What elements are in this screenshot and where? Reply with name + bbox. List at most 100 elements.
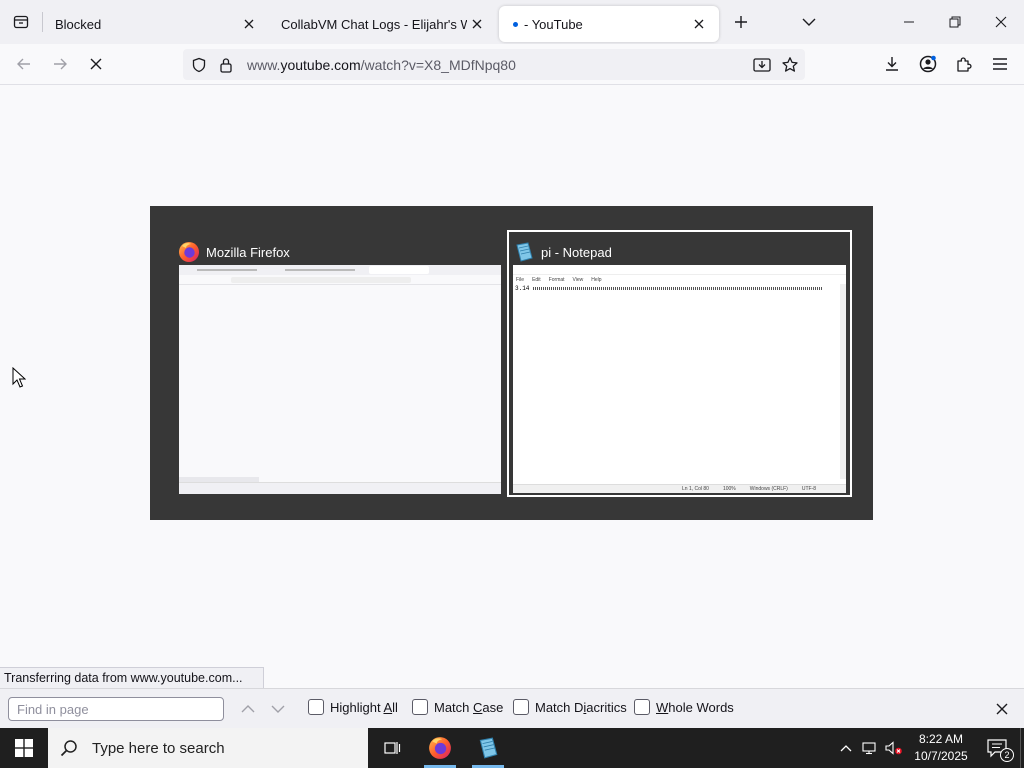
firefox-view-button[interactable]: [0, 0, 42, 44]
close-icon: [996, 703, 1008, 715]
find-next-button[interactable]: [266, 698, 290, 720]
menu-file: File: [516, 276, 525, 283]
task-view-icon: [384, 742, 401, 754]
switcher-item-title: Mozilla Firefox: [206, 244, 290, 260]
lock-icon[interactable]: [219, 57, 233, 73]
volume-button[interactable]: [882, 728, 906, 768]
forward-button[interactable]: [42, 48, 78, 80]
search-placeholder: Type here to search: [92, 739, 225, 757]
highlight-all-checkbox[interactable]: Highlight All: [308, 699, 398, 715]
close-tab-button[interactable]: [467, 14, 487, 34]
close-tab-button[interactable]: [239, 14, 259, 34]
chevron-down-icon: [271, 705, 285, 713]
notepad-icon: [516, 242, 533, 262]
taskbar-search-box[interactable]: Type here to search: [48, 728, 368, 768]
checkbox-box[interactable]: [412, 699, 428, 715]
minimize-button[interactable]: [886, 0, 932, 44]
tab-title: - YouTube: [524, 16, 583, 32]
switcher-item-title: pi - Notepad: [541, 244, 612, 260]
url-bar[interactable]: www.youtube.com/watch?v=X8_MDfNpq80: [183, 49, 805, 80]
bookmark-star-icon[interactable]: [781, 56, 799, 74]
plus-icon: [735, 16, 747, 28]
notepad-status-bar: Ln 1, Col 80 100% Windows (CRLF) UTF-8: [513, 484, 846, 493]
task-switcher: Mozilla Firefox pi - Notepad File Edit F…: [150, 206, 873, 520]
chevron-up-icon: [241, 705, 255, 713]
task-view-button[interactable]: [368, 728, 416, 768]
new-tab-button[interactable]: [721, 4, 761, 40]
menu-edit: Edit: [532, 276, 541, 283]
network-button[interactable]: [858, 728, 882, 768]
clock[interactable]: 8:22 AM 10/7/2025: [906, 731, 976, 765]
search-icon: [60, 740, 77, 757]
restore-button[interactable]: [932, 0, 978, 44]
close-findbar-button[interactable]: [990, 697, 1014, 721]
tracking-protection-icon[interactable]: [191, 57, 207, 73]
chevron-up-icon: [840, 745, 852, 752]
whole-words-checkbox[interactable]: Whole Words: [634, 699, 734, 715]
checkbox-label: Match Diacritics: [535, 699, 627, 715]
back-arrow-icon: [17, 58, 30, 70]
hamburger-icon: [993, 58, 1007, 70]
action-center-button[interactable]: 2: [976, 728, 1020, 768]
status-line-ending: Windows (CRLF): [749, 486, 788, 492]
find-input[interactable]: [8, 697, 224, 721]
system-tray: 8:22 AM 10/7/2025 2: [834, 728, 1024, 768]
status-panel: Transferring data from www.youtube.com..…: [0, 667, 264, 688]
account-button[interactable]: [910, 48, 946, 80]
match-case-checkbox[interactable]: Match Case: [412, 699, 503, 715]
taskbar-notepad[interactable]: [464, 728, 512, 768]
windows-logo-icon: [15, 739, 33, 757]
firefox-icon: [429, 737, 451, 759]
restore-icon: [949, 16, 961, 28]
taskbar-firefox[interactable]: [416, 728, 464, 768]
chevron-down-icon: [802, 18, 816, 26]
tab-youtube[interactable]: - YouTube: [499, 6, 719, 42]
url-prefix: www.: [247, 56, 281, 73]
match-diacritics-checkbox[interactable]: Match Diacritics: [513, 699, 627, 715]
notepad-window-thumbnail: File Edit Format View Help 3.14 Ln 1, Co…: [513, 265, 846, 493]
network-icon: [862, 742, 876, 755]
close-icon: [472, 19, 482, 29]
tab-blocked[interactable]: Blocked: [43, 6, 269, 42]
start-button[interactable]: [0, 728, 48, 768]
puzzle-icon: [957, 57, 972, 72]
switcher-item-notepad[interactable]: pi - Notepad File Edit Format View Help …: [507, 230, 852, 497]
close-icon: [694, 19, 704, 29]
find-bar: Highlight All Match Case Match Diacritic…: [0, 688, 1024, 728]
show-desktop-button[interactable]: [1020, 728, 1024, 768]
notepad-text: 3.14: [515, 284, 530, 292]
tab-chat-logs[interactable]: CollabVM Chat Logs - Elijahr's Webs: [269, 6, 497, 42]
back-button[interactable]: [6, 48, 42, 80]
forward-arrow-icon: [54, 58, 67, 70]
minimize-icon: [904, 21, 914, 23]
checkbox-box[interactable]: [513, 699, 529, 715]
stop-button[interactable]: [78, 48, 114, 80]
status-position: Ln 1, Col 80: [682, 486, 709, 492]
close-icon: [244, 19, 254, 29]
tab-title: CollabVM Chat Logs - Elijahr's Webs: [281, 16, 467, 32]
clock-time: 8:22 AM: [918, 732, 964, 746]
reader-view-icon[interactable]: [753, 57, 771, 73]
menu-help: Help: [591, 276, 602, 283]
checkbox-box[interactable]: [308, 699, 324, 715]
find-previous-button[interactable]: [236, 698, 260, 720]
switcher-item-firefox[interactable]: Mozilla Firefox: [174, 230, 504, 497]
close-window-button[interactable]: [978, 0, 1024, 44]
extensions-button[interactable]: [946, 48, 982, 80]
downloads-button[interactable]: [874, 48, 910, 80]
show-hidden-icons-button[interactable]: [834, 728, 858, 768]
checkbox-label: Highlight All: [330, 699, 398, 715]
tab-strip: Blocked CollabVM Chat Logs - Elijahr's W…: [0, 0, 1024, 44]
checkbox-box[interactable]: [634, 699, 650, 715]
close-tab-button[interactable]: [689, 14, 709, 34]
firefox-window-thumbnail: [179, 265, 501, 494]
url-text[interactable]: www.youtube.com/watch?v=X8_MDfNpq80: [247, 57, 516, 73]
checkbox-label: Match Case: [434, 699, 504, 715]
menu-button[interactable]: [982, 48, 1018, 80]
taskbar: Type here to search 8:22 AM 10/7/2025 2: [0, 728, 1024, 768]
close-icon: [90, 58, 102, 70]
checkbox-label: Whole Words: [656, 699, 734, 715]
list-all-tabs-button[interactable]: [791, 4, 827, 40]
firefox-view-icon: [13, 15, 29, 29]
notification-count-badge: 2: [1000, 748, 1014, 762]
